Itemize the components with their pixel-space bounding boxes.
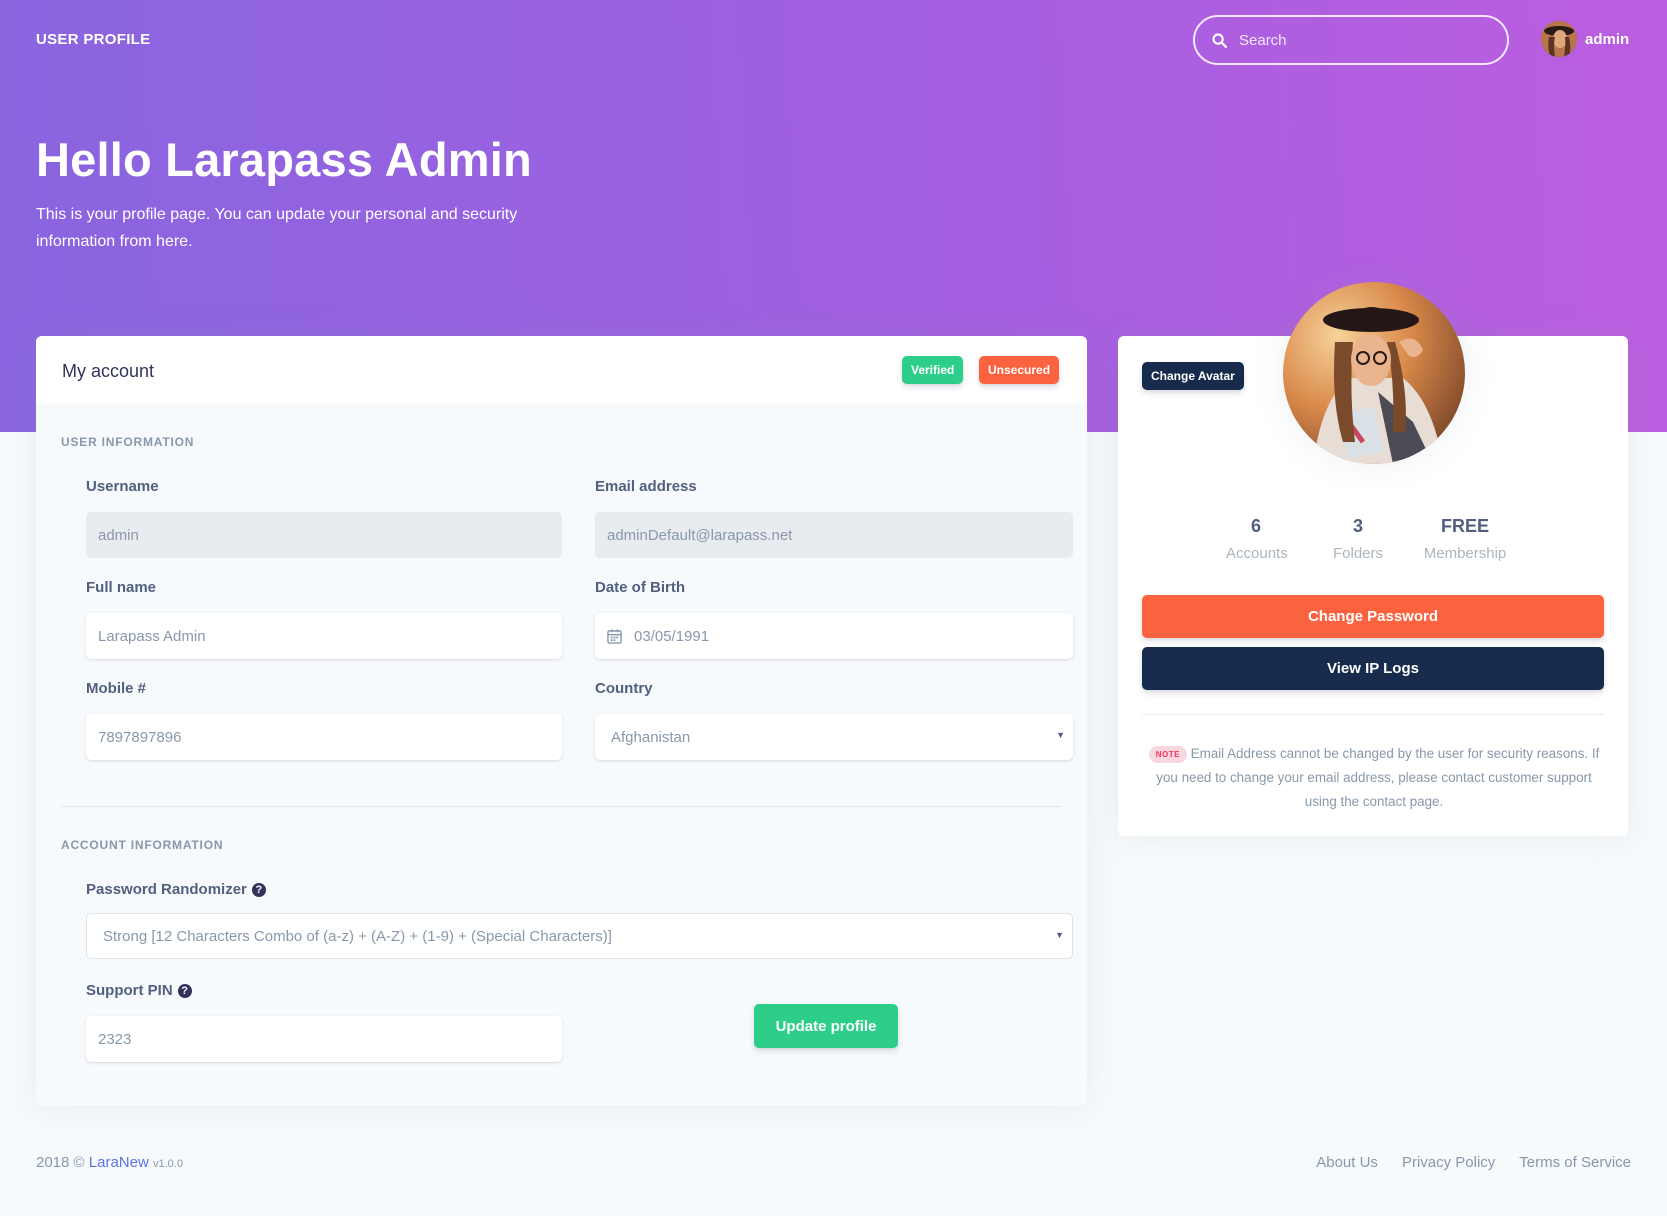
footer-link-about[interactable]: About Us <box>1316 1154 1378 1171</box>
card-divider <box>1142 714 1604 715</box>
search-icon <box>1212 32 1228 48</box>
nav-username[interactable]: admin <box>1585 31 1629 48</box>
username-label: Username <box>86 478 159 495</box>
help-icon[interactable]: ? <box>177 984 192 998</box>
page-title: Hello Larapass Admin <box>36 133 532 186</box>
username-field[interactable]: admin <box>86 512 562 558</box>
dob-value: 03/05/1991 <box>634 627 710 645</box>
stat-value: 3 <box>1352 516 1363 536</box>
stat-accounts: 6 Accounts <box>1226 516 1288 562</box>
card-header: My account Verified Unsecured <box>36 336 1087 404</box>
password-randomizer-select[interactable]: Strong [12 Characters Combo of (a-z) + (… <box>86 913 1073 959</box>
search-box[interactable] <box>1193 15 1509 65</box>
email-label: Email address <box>595 478 697 495</box>
stat-folders: 3 Folders <box>1328 516 1388 562</box>
help-icon[interactable]: ? <box>251 883 266 897</box>
support-pin-field[interactable]: 2323 <box>86 1016 562 1062</box>
fullname-label: Full name <box>86 579 157 596</box>
stat-label: Membership <box>1423 545 1507 562</box>
password-randomizer-label: Password Randomizer? <box>86 881 266 898</box>
search-input[interactable] <box>1239 31 1479 49</box>
footer-copyright: 2018 © LaraNew v1.0.0 <box>36 1154 183 1171</box>
footer-links: About Us Privacy Policy Terms of Service <box>1292 1154 1631 1171</box>
stat-value: FREE <box>1440 516 1489 536</box>
email-note: NOTE Email Address cannot be changed by … <box>1148 742 1600 814</box>
support-pin-label-text: Support PIN <box>86 982 173 999</box>
card-title: My account <box>62 361 155 381</box>
email-field[interactable]: adminDefault@larapass.net <box>595 512 1073 558</box>
country-label: Country <box>595 680 653 697</box>
avatar[interactable] <box>1541 21 1577 57</box>
account-information-heading: ACCOUNT INFORMATION <box>61 838 224 852</box>
chevron-down-icon: ▼ <box>1055 930 1064 940</box>
stat-membership: FREE Membership <box>1415 516 1515 562</box>
country-select[interactable]: Afghanistan ▼ <box>595 714 1073 760</box>
dob-field[interactable]: 03/05/1991 <box>595 613 1073 659</box>
unsecured-badge: Unsecured <box>979 356 1060 384</box>
page-brand[interactable]: USER PROFILE <box>36 31 150 48</box>
fullname-field[interactable]: Larapass Admin <box>86 613 562 659</box>
password-randomizer-value: Strong [12 Characters Combo of (a-z) + (… <box>103 927 612 945</box>
calendar-icon <box>607 628 622 644</box>
change-password-button[interactable]: Change Password <box>1142 595 1604 638</box>
stat-label: Folders <box>1332 545 1384 562</box>
password-randomizer-label-text: Password Randomizer <box>86 881 247 898</box>
update-profile-button[interactable]: Update profile <box>754 1004 898 1048</box>
profile-avatar[interactable] <box>1283 282 1465 464</box>
page-subtitle: This is your profile page. You can updat… <box>36 206 518 250</box>
mobile-field[interactable]: 7897897896 <box>86 714 562 760</box>
footer-brand-link[interactable]: LaraNew <box>89 1154 149 1171</box>
change-avatar-button[interactable]: Change Avatar <box>1142 362 1244 390</box>
note-badge: NOTE <box>1148 746 1187 763</box>
mobile-label: Mobile # <box>86 680 147 697</box>
footer-link-terms[interactable]: Terms of Service <box>1519 1154 1631 1171</box>
footer-link-privacy[interactable]: Privacy Policy <box>1402 1154 1495 1171</box>
user-menu[interactable]: admin <box>1541 21 1629 57</box>
dob-label: Date of Birth <box>595 579 685 596</box>
profile-card: Change Avatar 6 Accounts 3 Folders FREE … <box>1118 282 1628 836</box>
view-ip-logs-button[interactable]: View IP Logs <box>1142 647 1604 690</box>
chevron-down-icon: ▼ <box>1056 730 1065 740</box>
footer-version: v1.0.0 <box>152 1158 183 1170</box>
country-value: Afghanistan <box>611 728 691 746</box>
support-pin-label: Support PIN? <box>86 982 192 999</box>
section-divider <box>61 806 1062 807</box>
note-text: Email Address cannot be changed by the u… <box>1156 746 1600 809</box>
footer-year: 2018 © <box>36 1154 85 1171</box>
verified-badge: Verified <box>902 356 964 384</box>
stat-value: 6 <box>1250 516 1261 536</box>
my-account-card: My account Verified Unsecured USER INFOR… <box>36 336 1087 1106</box>
stat-label: Accounts <box>1226 545 1288 562</box>
user-information-heading: USER INFORMATION <box>61 435 195 449</box>
